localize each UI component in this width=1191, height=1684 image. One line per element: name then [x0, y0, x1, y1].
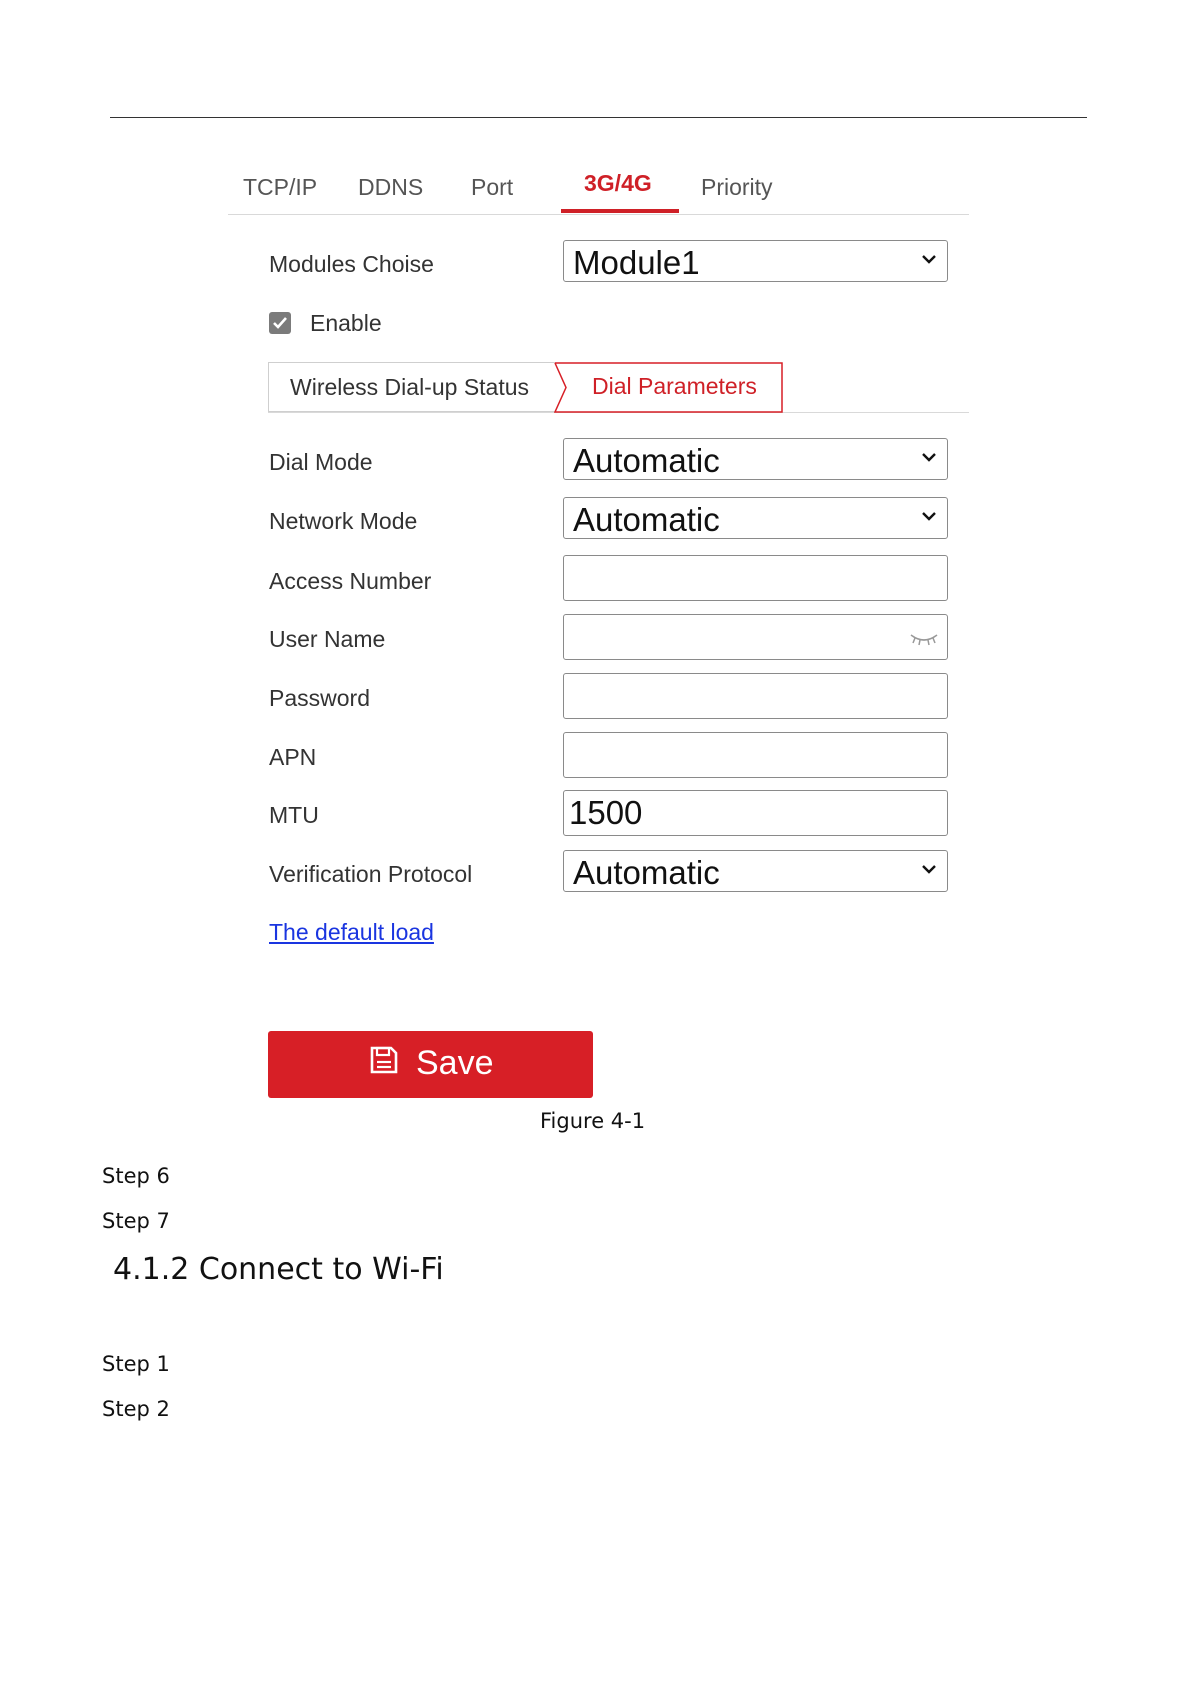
enable-checkbox[interactable] — [269, 312, 291, 334]
password-label: Password — [269, 685, 370, 711]
step-2: Step 2 — [102, 1397, 170, 1421]
subtab-dial-label: Dial Parameters — [592, 373, 757, 399]
user-name-input[interactable] — [563, 614, 948, 660]
save-icon — [370, 1046, 398, 1074]
dial-mode-select[interactable]: Automatic — [563, 438, 948, 480]
save-label: Save — [416, 1044, 494, 1082]
subtab-wireless-dialup-status[interactable]: Wireless Dial-up Status — [268, 362, 555, 412]
tab-tcpip[interactable]: TCP/IP — [243, 174, 317, 201]
subtab-status-label: Wireless Dial-up Status — [290, 374, 530, 400]
dial-mode-value: Automatic — [573, 442, 720, 479]
tab-priority[interactable]: Priority — [701, 174, 773, 201]
tab-port[interactable]: Port — [471, 174, 513, 201]
dial-mode-label: Dial Mode — [269, 449, 373, 475]
modules-choise-select[interactable]: Module1 — [563, 240, 948, 282]
verification-protocol-select[interactable]: Automatic — [563, 850, 948, 892]
step-6: Step 6 — [102, 1164, 170, 1188]
network-mode-select[interactable]: Automatic — [563, 497, 948, 539]
save-button[interactable]: Save — [268, 1031, 593, 1098]
step-7: Step 7 — [102, 1209, 170, 1233]
verification-protocol-value: Automatic — [573, 854, 720, 891]
password-input[interactable] — [563, 673, 948, 719]
apn-label: APN — [269, 744, 317, 770]
chevron-down-icon — [922, 255, 936, 264]
figure-caption: Figure 4-1 — [540, 1109, 646, 1133]
access-number-label: Access Number — [269, 568, 432, 594]
modules-choise-value: Module1 — [573, 244, 700, 281]
tab-3g4g[interactable]: 3G/4G — [584, 170, 652, 197]
verification-protocol-label: Verification Protocol — [269, 861, 473, 887]
apn-input[interactable] — [563, 732, 948, 778]
header-rule — [110, 117, 1087, 118]
network-mode-label: Network Mode — [269, 508, 418, 534]
active-tab-indicator — [561, 209, 679, 213]
user-name-label: User Name — [269, 626, 386, 652]
eye-closed-icon[interactable] — [909, 631, 939, 647]
network-tabs: TCP/IP DDNS Port 3G/4G Priority — [228, 160, 969, 215]
chevron-down-icon — [922, 453, 936, 462]
tab-ddns[interactable]: DDNS — [358, 174, 423, 201]
mtu-input[interactable]: 1500 — [563, 790, 948, 836]
chevron-down-icon — [922, 865, 936, 874]
section-heading: 4.1.2 Connect to Wi-Fi — [113, 1252, 444, 1287]
access-number-input[interactable] — [563, 555, 948, 601]
chevron-down-icon — [922, 512, 936, 521]
checkmark-icon — [273, 317, 287, 329]
mtu-label: MTU — [269, 802, 319, 828]
step-1: Step 1 — [102, 1352, 170, 1376]
mtu-value: 1500 — [569, 794, 643, 831]
network-mode-value: Automatic — [573, 501, 720, 538]
modules-choise-label: Modules Choise — [269, 251, 434, 277]
enable-label: Enable — [310, 310, 382, 336]
default-load-link[interactable]: The default load — [269, 919, 434, 946]
